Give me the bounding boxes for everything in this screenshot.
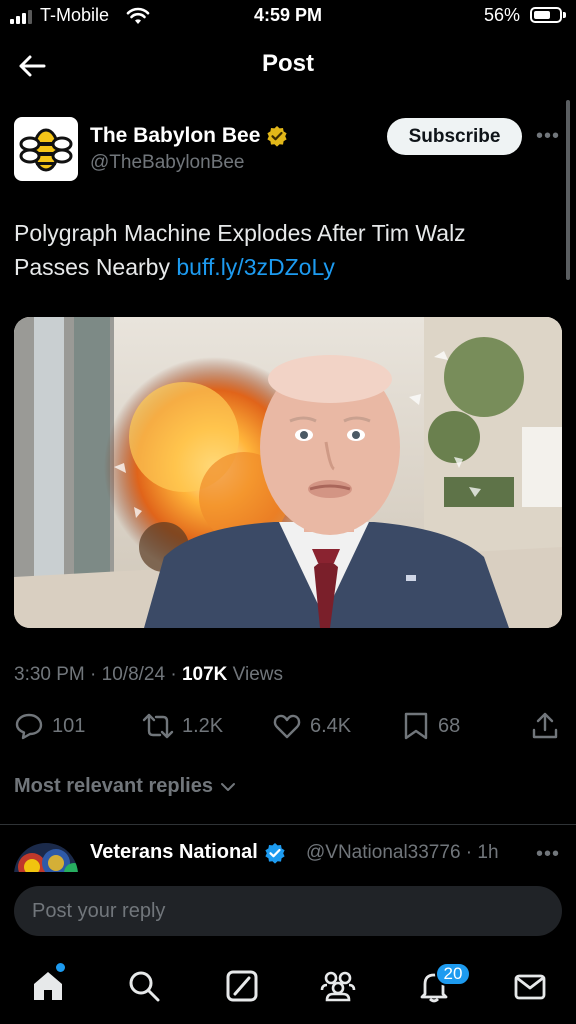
share-icon [532, 712, 558, 739]
post-text: Polygraph Machine Explodes After Tim Wal… [14, 216, 534, 284]
battery-percent: 56% [483, 5, 520, 25]
scrollbar[interactable] [566, 100, 570, 280]
share-button[interactable] [530, 710, 560, 742]
post-meta: 3:30 PM · 10/8/24 · 107K Views [14, 664, 283, 686]
notifications-badge: 20 [435, 962, 471, 986]
replies-sort-dropdown[interactable]: Most relevant replies [14, 775, 237, 798]
like-count: 6.4K [310, 714, 352, 737]
battery-icon [530, 7, 566, 23]
reply-more-icon[interactable]: ••• [536, 843, 560, 866]
post-time: 3:30 PM [14, 664, 85, 685]
nav-search[interactable] [122, 964, 166, 1008]
page-title: Post [261, 50, 314, 77]
bookmark-button[interactable]: 68 [402, 710, 460, 742]
grok-icon [226, 970, 258, 1002]
meta-separator: · [84, 664, 102, 685]
repost-icon [142, 713, 174, 739]
repost-button[interactable]: 1.2K [142, 710, 223, 742]
like-icon [273, 714, 301, 739]
nav-grok[interactable] [220, 964, 264, 1008]
more-options-icon[interactable]: ••• [536, 125, 560, 148]
author-name-row[interactable]: The Babylon Bee [90, 124, 288, 148]
bottom-nav [0, 950, 576, 1024]
chevron-down-icon [220, 782, 235, 791]
reply-input[interactable]: Post your reply [14, 886, 562, 936]
replies-sort-label: Most relevant replies [14, 775, 213, 797]
search-icon [129, 971, 160, 1002]
reply-author-handle[interactable]: @VNational33776 · 1h [306, 842, 499, 864]
verified-gold-badge-icon [267, 126, 287, 147]
messages-icon [514, 974, 546, 1000]
bookmark-icon [404, 712, 428, 740]
post-image[interactable] [14, 317, 562, 628]
views-label[interactable]: Views [233, 664, 283, 685]
author-name[interactable]: The Babylon Bee [90, 124, 260, 148]
post-date: 10/8/24 [101, 664, 166, 685]
home-unread-dot [56, 963, 65, 972]
post-image-illustration [14, 317, 562, 628]
status-bar: T-Mobile 4:59 PM 56% [0, 0, 576, 34]
views-count[interactable]: 107K [182, 664, 227, 685]
reply-count: 101 [52, 714, 86, 737]
subscribe-button[interactable]: Subscribe [387, 118, 522, 155]
like-button[interactable]: 6.4K [272, 710, 351, 742]
repost-count: 1.2K [182, 714, 224, 737]
divider [0, 824, 576, 825]
communities-icon [320, 971, 356, 1002]
home-icon [34, 972, 62, 1000]
reply-button[interactable]: 101 [14, 710, 85, 742]
author-handle[interactable]: @TheBabylonBee [90, 152, 245, 174]
nav-communities[interactable] [316, 964, 360, 1008]
bookmark-count: 68 [438, 714, 461, 737]
reply-author-row[interactable]: Veterans National [90, 841, 286, 864]
post-link[interactable]: buff.ly/3zDZoLy [176, 254, 335, 280]
meta-separator: · [165, 664, 182, 685]
reply-icon [15, 713, 43, 740]
nav-messages[interactable] [508, 964, 552, 1008]
avatar[interactable] [14, 117, 78, 181]
verified-blue-badge-icon [265, 842, 285, 864]
babylon-bee-logo-icon [19, 128, 73, 172]
reply-author-name[interactable]: Veterans National [90, 841, 258, 864]
